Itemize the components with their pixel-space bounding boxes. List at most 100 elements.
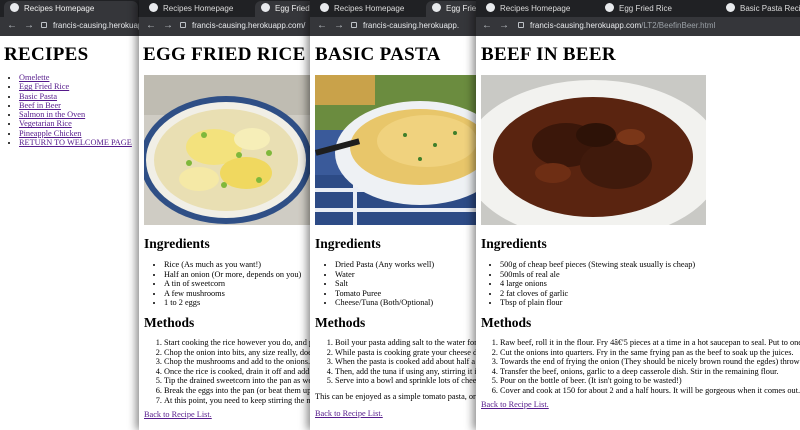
egg-fried-rice-photo [144,75,314,225]
list-item: Omelette [19,73,132,82]
list-item: Chop the onion into bits, any size reall… [164,348,314,358]
list-item: Basic Pasta [19,92,132,101]
browser-chrome: Recipes Homepage Egg Fried Rice Basic Pa… [476,0,800,36]
address-bar[interactable]: francis-causing.herokuapp.com/ [192,20,305,32]
tab-egg-fried-rice[interactable]: Egg Fried R [255,1,314,17]
address-bar[interactable]: francis-causing.herokuapp.com/LT2/Beefin… [530,20,715,32]
list-item: 500g of cheap beef pieces (Stewing steak… [500,260,695,270]
list-item: Vegetarian Rice [19,119,132,128]
list-item: Then, add the tuna if using any, stirrin… [335,367,480,377]
ingredients-heading: Ingredients [315,236,381,251]
page-title: RECIPES [4,44,89,65]
lock-icon [41,22,47,28]
egg-fried-rice-image [144,75,314,225]
page-content: BASIC PASTA Ingredients Dr [310,36,480,430]
list-item: Towards the end of frying the onion (The… [500,357,800,367]
list-item: 4 large onions [500,279,695,289]
list-item: 500mls of real ale [500,270,695,280]
list-item: Salt [335,279,434,289]
list-item: Once the rice is cooked, drain it off an… [164,367,314,377]
back-arrow-icon[interactable]: ← [146,20,156,32]
page-content: EGG FRIED RICE Ingredients • Rice (As mu… [139,36,314,430]
list-item: While pasta is cooking grate your cheese… [335,348,480,358]
browser-window-egg-fried-rice: Recipes Homepage Egg Fried R ← → francis… [139,0,314,430]
browser-window-basic-pasta: Recipes Homepage Egg Fried ← → francis-c… [310,0,480,430]
basic-pasta-image [315,75,480,225]
tab-strip: Recipes Homepage Egg Fried [310,0,480,17]
list-item: Break the eggs into the pan (or beat the… [164,386,314,396]
back-to-recipe-list-link[interactable]: Back to Recipe List. [481,400,549,409]
recipe-link-salmon[interactable]: Salmon in the Oven [19,110,85,119]
tab-basic-pasta-recipe[interactable]: Basic Pasta Recipe [720,1,800,17]
list-item: Pineapple Chicken [19,129,132,138]
tab-recipes-homepage[interactable]: Recipes Homepage [4,1,138,17]
ingredients-list: Dried Pasta (Any works well) Water Salt … [335,260,434,308]
recipe-link-basic-pasta[interactable]: Basic Pasta [19,92,57,101]
recipe-link-pineapple-chicken[interactable]: Pineapple Chicken [19,129,81,138]
lock-icon [351,22,357,28]
page-content: BEEF IN BEER Ingredients 500g of cheap b… [476,36,800,430]
list-item: At this point, you need to keep stirring… [164,396,314,406]
list-item: Egg Fried Rice [19,82,132,91]
list-item: Tbsp of plain flour [500,298,695,308]
globe-icon [432,3,441,13]
return-welcome-link[interactable]: RETURN TO WELCOME PAGE [19,138,132,147]
forward-arrow-icon[interactable]: → [163,20,173,32]
forward-arrow-icon[interactable]: → [334,20,344,32]
tab-strip: Recipes Homepage Egg Fried Rice Basic Pa… [476,0,800,17]
tab-recipes-homepage[interactable]: Recipes Homepage [480,1,590,17]
recipe-link-egg-fried-rice[interactable]: Egg Fried Rice [19,82,69,91]
tab-egg-fried[interactable]: Egg Fried [426,1,480,17]
tab-egg-fried-rice[interactable]: Egg Fried Rice [599,1,719,17]
list-item: Dried Pasta (Any works well) [335,260,434,270]
list-item: Half an onion (Or more, depends on you) [164,270,301,280]
back-to-recipe-list-link[interactable]: Back to Recipe List. [144,410,212,419]
methods-heading: Methods [481,315,532,330]
page-title: EGG FRIED RICE [143,44,306,65]
forward-arrow-icon[interactable]: → [499,20,509,32]
ingredients-list: Rice (As much as you want!) Half an onio… [164,260,301,308]
globe-icon [10,3,19,13]
forward-arrow-icon[interactable]: → [24,20,34,32]
methods-list: Boil your pasta adding salt to the water… [335,338,480,386]
browser-toolbar: ← → francis-causing.herokuapp. [310,17,480,36]
recipe-list: Omelette Egg Fried Rice Basic Pasta Beef… [19,73,132,147]
list-item: Boil your pasta adding salt to the water… [335,338,480,348]
ingredients-heading: Ingredients [481,236,547,251]
list-item: Cut the onions into quarters. Fry in the… [500,348,800,358]
list-item: Cheese/Tuna (Both/Optional) [335,298,434,308]
ingredients-list: 500g of cheap beef pieces (Stewing steak… [500,260,695,308]
list-item: When the pasta is cooked add about half … [335,357,480,367]
tab-recipes-homepage[interactable]: Recipes Homepage [143,1,251,17]
globe-icon [486,3,495,13]
recipe-link-vegetarian-rice[interactable]: Vegetarian Rice [19,119,72,128]
list-item: 1 to 2 eggs [164,298,301,308]
basic-pasta-photo [315,75,480,225]
tab-strip: Recipes Homepage [0,0,160,17]
list-item: Water [335,270,434,280]
address-bar[interactable]: francis-causing.herokuapp. [363,20,459,32]
recipe-link-beef-in-beer[interactable]: Beef in Beer [19,101,61,110]
list-item: Chop the mushrooms and add to the onions… [164,357,314,367]
recipe-link-omelette[interactable]: Omelette [19,73,49,82]
list-item: Salmon in the Oven [19,110,132,119]
tab-strip: Recipes Homepage Egg Fried R [139,0,314,17]
globe-icon [605,3,614,13]
back-to-recipe-list-link[interactable]: Back to Recipe List. [315,409,383,418]
back-arrow-icon[interactable]: ← [317,20,327,32]
list-item: Rice (As much as you want!) [164,260,301,270]
browser-toolbar: ← → francis-causing.herokuapp.com/ [139,17,314,36]
browser-chrome: Recipes Homepage ← → francis-causing.her… [0,0,160,36]
list-item: A few mushrooms [164,289,301,299]
list-item: Beef in Beer [19,101,132,110]
back-arrow-icon[interactable]: ← [482,20,492,32]
list-item: Tomato Puree [335,289,434,299]
browser-window-beef-in-beer: Recipes Homepage Egg Fried Rice Basic Pa… [476,0,800,430]
globe-icon [726,3,735,13]
back-arrow-icon[interactable]: ← [7,20,17,32]
globe-icon [261,3,270,13]
methods-list: Raw beef, roll it in the flour. Fry 4â€'… [500,338,800,396]
list-item: Pour on the bottle of beer. (It isn't go… [500,376,800,386]
tab-recipes-homepage[interactable]: Recipes Homepage [314,1,422,17]
methods-heading: Methods [315,315,366,330]
